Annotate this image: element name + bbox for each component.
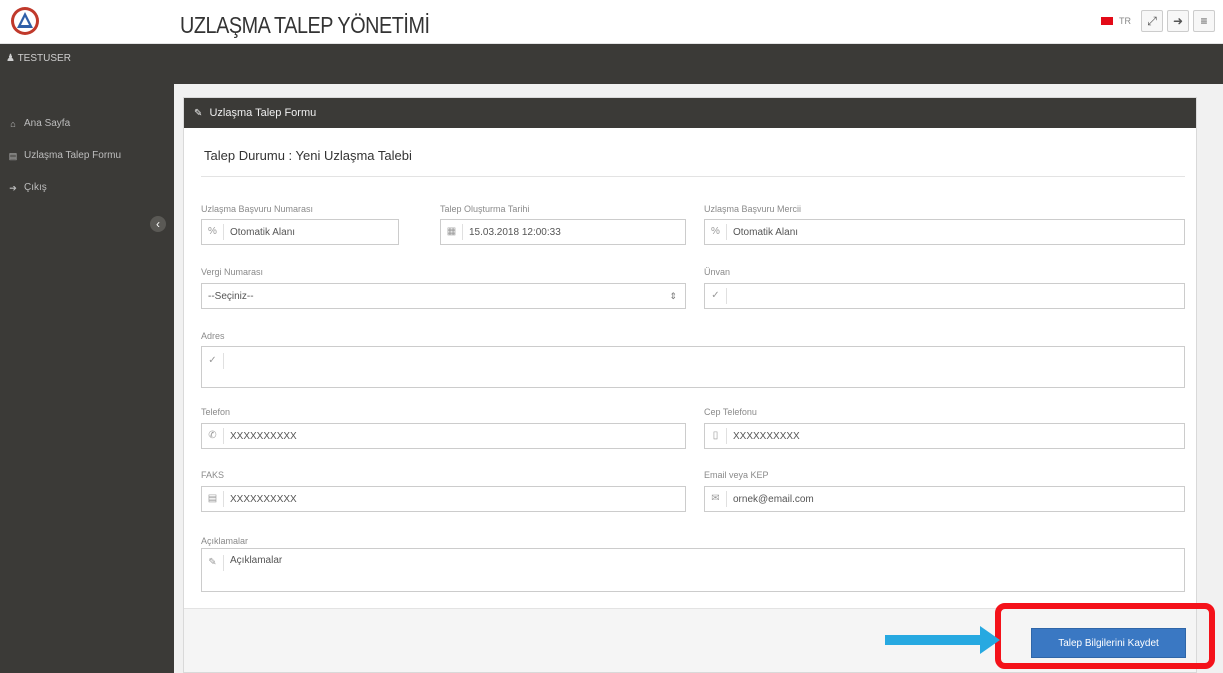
vergi-no-select[interactable]: --Seçiniz-- ⇕ xyxy=(201,283,686,309)
sidebar-item-exit[interactable]: ➔ Çıkış xyxy=(0,178,174,210)
panel-header: ✎ Uzlaşma Talep Formu xyxy=(184,98,1196,128)
user-badge: ♟ TESTUSER xyxy=(0,44,174,84)
percent-icon: % xyxy=(202,224,224,240)
basvuru-no-field[interactable]: % Otomatik Alanı xyxy=(201,219,399,245)
divider xyxy=(201,176,1185,177)
app-logo-icon xyxy=(11,7,39,35)
telefon-label: Telefon xyxy=(201,407,231,417)
unvan-label: Ünvan xyxy=(704,267,731,277)
turkey-flag-icon[interactable] xyxy=(1101,17,1113,25)
pointer-arrow-head-icon xyxy=(980,626,1000,654)
cep-field[interactable]: ▯ XXXXXXXXXX xyxy=(704,423,1185,449)
menu-icon[interactable]: ≡ xyxy=(1193,10,1215,32)
sidebar-nav: ⌂ Ana Sayfa ▤ Uzlaşma Talep Formu ➔ Çıkı… xyxy=(0,114,174,210)
sidebar: ♟ TESTUSER ⌂ Ana Sayfa ▤ Uzlaşma Talep F… xyxy=(0,44,174,673)
fax-icon: ▤ xyxy=(202,491,224,507)
request-status: Talep Durumu : Yeni Uzlaşma Talebi xyxy=(204,148,412,163)
email-label: Email veya KEP xyxy=(704,470,769,480)
sidebar-item-label: Ana Sayfa xyxy=(24,118,71,129)
edit-icon: ✎ xyxy=(202,555,224,571)
user-name: TESTUSER xyxy=(17,53,71,64)
merci-label: Uzlaşma Başvuru Mercii xyxy=(704,204,802,214)
basvuru-no-label: Uzlaşma Başvuru Numarası xyxy=(201,204,314,214)
home-icon: ⌂ xyxy=(10,119,16,129)
fullscreen-icon[interactable]: ⤢ xyxy=(1141,10,1163,32)
breadcrumb-bar xyxy=(174,44,1223,84)
highlight-frame xyxy=(995,603,1215,669)
unvan-field[interactable]: ✓ xyxy=(704,283,1185,309)
check-icon: ✓ xyxy=(705,288,727,304)
phone-icon: ✆ xyxy=(202,428,224,444)
sidebar-collapse-button[interactable]: ‹ xyxy=(148,214,168,234)
adres-label: Adres xyxy=(201,331,225,341)
calendar-icon: ▦ xyxy=(441,224,463,240)
pointer-arrow-icon xyxy=(885,635,983,645)
sidebar-item-label: Çıkış xyxy=(24,182,47,193)
request-form-panel: ✎ Uzlaşma Talep Formu Talep Durumu : Yen… xyxy=(183,97,1197,673)
faks-field[interactable]: ▤ XXXXXXXXXX xyxy=(201,486,686,512)
check-icon: ✓ xyxy=(202,353,224,369)
panel-title: Uzlaşma Talep Formu xyxy=(209,107,317,119)
logout-icon[interactable]: ➜ xyxy=(1167,10,1189,32)
merci-field[interactable]: % Otomatik Alanı xyxy=(704,219,1185,245)
top-bar: UZLAŞMA TALEP YÖNETİMİ TR ⤢ ➜ ≡ xyxy=(0,0,1223,44)
aciklamalar-label: Açıklamalar xyxy=(201,536,249,546)
aciklamalar-field[interactable]: ✎ Açıklamalar xyxy=(201,548,1185,592)
user-icon: ♟ xyxy=(6,53,15,64)
percent-icon: % xyxy=(705,224,727,240)
document-icon: ▤ xyxy=(8,151,18,161)
telefon-field[interactable]: ✆ XXXXXXXXXX xyxy=(201,423,686,449)
exit-icon: ➔ xyxy=(9,183,17,193)
top-actions: TR ⤢ ➜ ≡ xyxy=(1101,10,1215,32)
email-field[interactable]: ✉ ornek@email.com xyxy=(704,486,1185,512)
sidebar-item-label: Uzlaşma Talep Formu xyxy=(24,150,122,161)
sidebar-item-home[interactable]: ⌂ Ana Sayfa xyxy=(0,114,174,146)
cep-label: Cep Telefonu xyxy=(704,407,757,417)
adres-field[interactable]: ✓ xyxy=(201,346,1185,388)
app-title: UZLAŞMA TALEP YÖNETİMİ xyxy=(180,12,430,38)
tarih-field[interactable]: ▦ 15.03.2018 12:00:33 xyxy=(440,219,686,245)
mobile-icon: ▯ xyxy=(705,428,727,444)
faks-label: FAKS xyxy=(201,470,225,480)
tarih-label: Talep Oluşturma Tarihi xyxy=(440,204,530,214)
sidebar-item-form[interactable]: ▤ Uzlaşma Talep Formu xyxy=(0,146,174,178)
edit-icon: ✎ xyxy=(194,108,203,119)
vergi-no-label: Vergi Numarası xyxy=(201,267,264,277)
envelope-icon: ✉ xyxy=(705,491,727,507)
select-caret-icon: ⇕ xyxy=(669,290,677,301)
language-selector[interactable]: TR xyxy=(1119,16,1131,26)
